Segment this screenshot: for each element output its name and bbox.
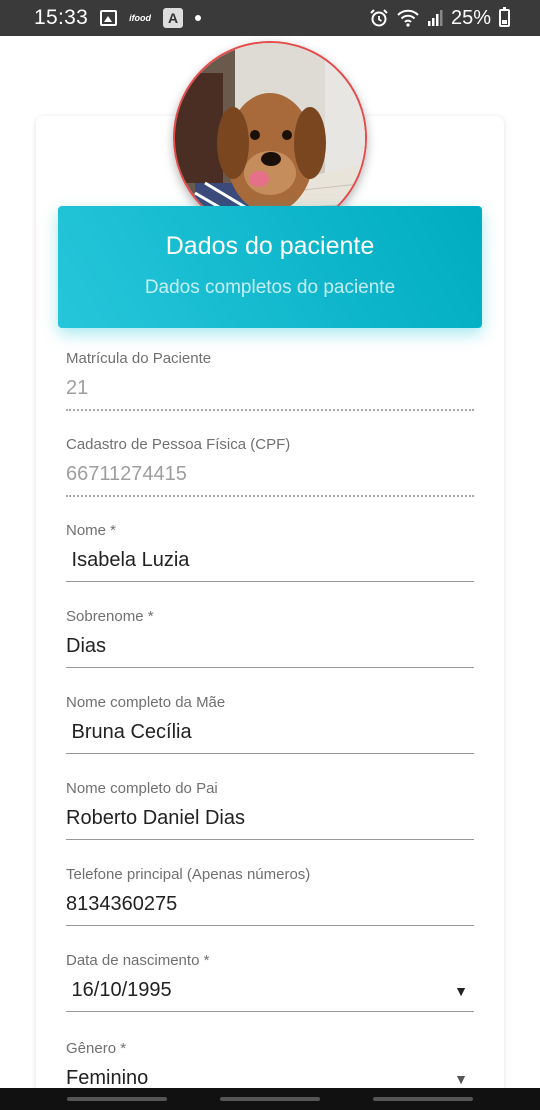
- nome-input[interactable]: Isabela Luzia: [66, 549, 474, 582]
- nav-home-button[interactable]: [219, 1097, 320, 1101]
- ifood-icon: ifood: [129, 13, 152, 23]
- notification-dot-icon: [195, 15, 202, 21]
- field-label: Data de nascimento *: [66, 952, 210, 969]
- wifi-icon: [397, 9, 419, 27]
- matricula-input: 21: [66, 377, 474, 411]
- pai-input[interactable]: Roberto Daniel Dias: [66, 807, 474, 840]
- alarm-icon: [370, 9, 388, 27]
- dropdown-caret-icon: ▼: [454, 982, 468, 999]
- field-nome: Nome * Isabela Luzia: [66, 522, 474, 582]
- status-bar: 15:33 ifood A 25%: [0, 0, 540, 36]
- field-label: Gênero *: [66, 1040, 127, 1057]
- field-nascimento: Data de nascimento * 16/10/1995 ▼: [66, 952, 474, 1012]
- field-label: Cadastro de Pessoa Física (CPF): [66, 436, 291, 453]
- select-value: 16/10/1995: [66, 979, 172, 1001]
- header-title: Dados do paciente: [165, 232, 375, 260]
- signal-icon: [427, 10, 443, 26]
- field-matricula: Matrícula do Paciente 21: [66, 350, 474, 411]
- system-nav-bar: [0, 1088, 540, 1110]
- field-label: Nome completo do Pai: [66, 780, 218, 797]
- status-right: 25%: [369, 7, 510, 30]
- header-subtitle: Dados completos do paciente: [144, 277, 396, 298]
- field-label: Matrícula do Paciente: [66, 350, 212, 367]
- battery-icon: [499, 7, 510, 27]
- field-sobrenome: Sobrenome * Dias: [66, 608, 474, 668]
- status-left: 15:33 ifood A: [34, 6, 202, 30]
- genero-select[interactable]: Feminino ▼: [66, 1067, 474, 1088]
- field-label: Telefone principal (Apenas números): [66, 866, 311, 883]
- dropdown-caret-icon: ▼: [454, 1070, 468, 1087]
- cpf-input: 66711274415: [66, 463, 474, 497]
- telefone-input[interactable]: 8134360275: [66, 893, 474, 926]
- field-pai: Nome completo do Pai Roberto Daniel Dias: [66, 780, 474, 840]
- patient-header: Dados do paciente Dados completos do pac…: [58, 206, 482, 328]
- gallery-icon: [100, 10, 118, 26]
- field-telefone: Telefone principal (Apenas números) 8134…: [66, 866, 474, 926]
- nav-recent-button[interactable]: [66, 1097, 167, 1101]
- field-mae: Nome completo da Mãe Bruna Cecília: [66, 694, 474, 754]
- app-a-icon: A: [163, 8, 184, 28]
- battery-percent: 25%: [450, 6, 491, 29]
- status-time: 15:33: [34, 6, 89, 29]
- select-value: Feminino: [66, 1067, 149, 1088]
- field-label: Nome completo da Mãe: [66, 694, 226, 711]
- nav-back-button[interactable]: [373, 1097, 474, 1101]
- mae-input[interactable]: Bruna Cecília: [66, 721, 474, 754]
- field-label: Sobrenome *: [66, 608, 154, 625]
- field-cpf: Cadastro de Pessoa Física (CPF) 66711274…: [66, 436, 474, 497]
- field-genero: Gênero * Feminino ▼: [66, 1040, 474, 1088]
- sobrenome-input[interactable]: Dias: [66, 635, 474, 668]
- field-label: Nome *: [66, 522, 117, 539]
- page: Dados do paciente Dados completos do pac…: [0, 36, 540, 1088]
- nascimento-select[interactable]: 16/10/1995 ▼: [66, 979, 474, 1012]
